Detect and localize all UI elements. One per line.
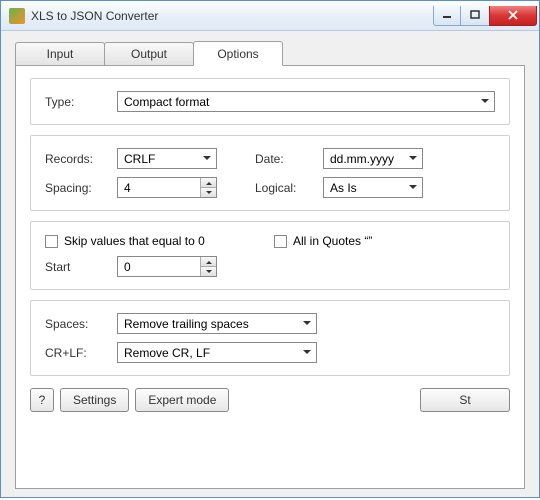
- crlf-value: Remove CR, LF: [124, 346, 210, 360]
- all-quotes-label: All in Quotes “”: [293, 234, 372, 248]
- tab-input[interactable]: Input: [15, 42, 105, 66]
- spacing-value: 4: [124, 181, 131, 195]
- format-group: Records: CRLF Date: dd.mm.yyyy Spacing: …: [30, 135, 510, 211]
- crlf-label: CR+LF:: [45, 346, 109, 360]
- start-label: Start: [45, 260, 109, 274]
- date-value: dd.mm.yyyy: [330, 152, 394, 166]
- skip-zero-checkbox[interactable]: [45, 235, 58, 248]
- skip-zero-label: Skip values that equal to 0: [64, 234, 205, 248]
- logical-combo[interactable]: As Is: [323, 177, 423, 198]
- client-area: Input Output Options Type: Compact forma…: [1, 31, 539, 497]
- records-combo[interactable]: CRLF: [117, 148, 217, 169]
- type-value: Compact format: [124, 95, 209, 109]
- crlf-combo[interactable]: Remove CR, LF: [117, 342, 317, 363]
- spacing-up-button[interactable]: [201, 178, 216, 188]
- tab-output[interactable]: Output: [104, 42, 194, 66]
- date-label: Date:: [255, 152, 315, 166]
- start-spinner[interactable]: 0: [117, 256, 217, 277]
- type-combo[interactable]: Compact format: [117, 91, 495, 112]
- window-controls: [434, 6, 537, 26]
- expert-mode-button[interactable]: Expert mode: [135, 388, 229, 412]
- minimize-button[interactable]: [433, 6, 461, 26]
- type-label: Type:: [45, 95, 109, 109]
- spacing-spinner[interactable]: 4: [117, 177, 217, 198]
- settings-button[interactable]: Settings: [60, 388, 129, 412]
- help-button[interactable]: ?: [30, 388, 54, 412]
- spaces-value: Remove trailing spaces: [124, 317, 249, 331]
- start-spin-buttons: [200, 257, 216, 276]
- spaces-label: Spaces:: [45, 317, 109, 331]
- start-up-button[interactable]: [201, 257, 216, 267]
- all-quotes-checkbox[interactable]: [274, 235, 287, 248]
- app-icon: [9, 8, 25, 24]
- app-window: XLS to JSON Converter Input Output Optio…: [0, 0, 540, 498]
- values-group: Skip values that equal to 0 All in Quote…: [30, 221, 510, 290]
- bottom-bar: ? Settings Expert mode St: [30, 386, 510, 412]
- spacing-down-button[interactable]: [201, 188, 216, 197]
- maximize-button[interactable]: [460, 6, 490, 26]
- tab-options[interactable]: Options: [193, 41, 283, 66]
- start-value: 0: [124, 260, 131, 274]
- records-label: Records:: [45, 152, 109, 166]
- start-down-button[interactable]: [201, 267, 216, 276]
- spacing-label: Spacing:: [45, 181, 109, 195]
- cleanup-group: Spaces: Remove trailing spaces CR+LF: Re…: [30, 300, 510, 376]
- start-button[interactable]: St: [420, 388, 510, 412]
- options-panel: Type: Compact format Records: CRLF Date:…: [15, 65, 525, 489]
- close-button[interactable]: [489, 6, 537, 26]
- logical-value: As Is: [330, 181, 357, 195]
- window-title: XLS to JSON Converter: [31, 9, 434, 23]
- tab-bar: Input Output Options: [15, 41, 525, 65]
- records-value: CRLF: [124, 152, 155, 166]
- logical-label: Logical:: [255, 181, 315, 195]
- titlebar[interactable]: XLS to JSON Converter: [1, 1, 539, 31]
- type-group: Type: Compact format: [30, 78, 510, 125]
- date-combo[interactable]: dd.mm.yyyy: [323, 148, 423, 169]
- spacing-spin-buttons: [200, 178, 216, 197]
- spaces-combo[interactable]: Remove trailing spaces: [117, 313, 317, 334]
